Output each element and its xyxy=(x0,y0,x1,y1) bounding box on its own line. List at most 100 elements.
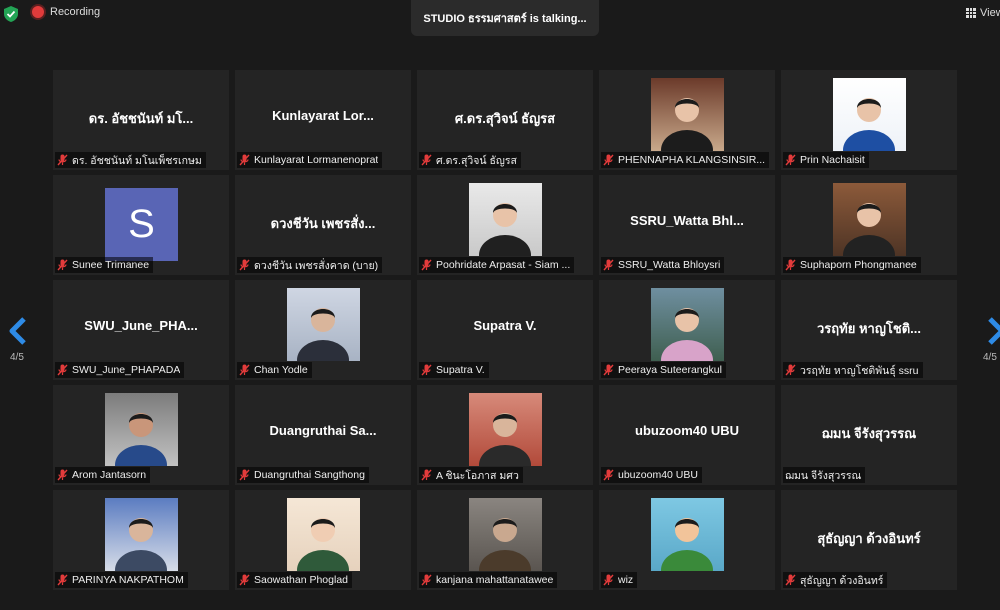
person-silhouette-icon xyxy=(115,518,167,590)
participant-display-name: Kunlayarat Lor... xyxy=(272,108,374,123)
active-speaker-banner: STUDIO ธรรมศาสตร์ is talking... xyxy=(411,0,599,36)
participant-tile[interactable]: A ชินะโอภาส มศว xyxy=(417,385,593,485)
participant-nameplate: ubuzoom40 UBU xyxy=(601,467,702,483)
mic-muted-icon xyxy=(239,364,250,376)
participant-video xyxy=(105,498,178,590)
participant-display-name: ubuzoom40 UBU xyxy=(635,423,739,438)
participant-nameplate: Arom Jantasorn xyxy=(55,467,151,483)
participant-tile[interactable]: Duangruthai Sa... Duangruthai Sangthong xyxy=(235,385,411,485)
participant-name-label: ฌมน จีรังสุวรรณ xyxy=(785,469,862,482)
participant-tile[interactable]: Suphaporn Phongmanee xyxy=(781,175,957,275)
participant-tile[interactable]: ฌมน จีรังสุวรรณ ฌมน จีรังสุวรรณ xyxy=(781,385,957,485)
person-silhouette-icon xyxy=(479,413,531,485)
participant-nameplate: ฌมน จีรังสุวรรณ xyxy=(783,467,866,483)
participant-tile[interactable]: Kunlayarat Lor... Kunlayarat Lormanenopra… xyxy=(235,70,411,170)
participant-tile[interactable]: SSRU_Watta Bhl... SSRU_Watta Bhloysri xyxy=(599,175,775,275)
participant-tile[interactable]: Poohridate Arpasat - Siam ... xyxy=(417,175,593,275)
next-page-arrow-icon[interactable] xyxy=(984,317,1000,345)
participant-tile[interactable]: ubuzoom40 UBU ubuzoom40 UBU xyxy=(599,385,775,485)
participant-video xyxy=(287,288,360,380)
security-shield-icon[interactable] xyxy=(4,6,18,22)
participant-name-label: Duangruthai Sangthong xyxy=(254,469,365,481)
participant-tile[interactable]: ศ.ดร.สุวิจน์ ธัญรส ศ.ดร.สุวิจน์ ธัญรส xyxy=(417,70,593,170)
participant-tile[interactable]: Prin Nachaisit xyxy=(781,70,957,170)
participant-video xyxy=(469,498,542,590)
participant-name-label: ดวงชีวัน เพชรสั่งคาด (บาย) xyxy=(254,259,379,272)
mic-muted-icon xyxy=(239,574,250,586)
participant-nameplate: Prin Nachaisit xyxy=(783,152,869,168)
participant-tile[interactable]: ดวงชีวัน เพชรสั่ง... ดวงชีวัน เพชรสั่งคาด… xyxy=(235,175,411,275)
recording-indicator[interactable]: Recording xyxy=(32,6,100,18)
person-silhouette-icon xyxy=(115,413,167,485)
mic-muted-icon xyxy=(421,259,432,271)
participant-tile[interactable]: Peeraya Suteerangkul xyxy=(599,280,775,380)
mic-muted-icon xyxy=(785,574,796,586)
participant-display-name: Supatra V. xyxy=(473,318,537,333)
participant-name-label: PHENNAPHA KLANGSINSIR... xyxy=(618,154,766,166)
mic-muted-icon xyxy=(785,364,796,376)
participant-name-label: Chan Yodle xyxy=(254,364,308,376)
mic-muted-icon xyxy=(421,154,432,166)
participant-tile[interactable]: สุธัญญา ด้วงอินทร์ สุธัญญา ด้วงอินทร์ xyxy=(781,490,957,590)
participant-nameplate: ดร. อัชชนันท์ มโนเพ็ชรเกษม xyxy=(55,152,206,168)
participant-tile[interactable]: SWU_June_PHA... SWU_June_PHAPADA xyxy=(53,280,229,380)
participant-display-name: ดร. อัชชนันท์ มโ... xyxy=(88,111,194,126)
participant-tile[interactable]: ดร. อัชชนันท์ มโ... ดร. อัชชนันท์ มโนเพ็ช… xyxy=(53,70,229,170)
participant-display-name: ฌมน จีรังสุวรรณ xyxy=(821,426,917,441)
mic-muted-icon xyxy=(239,469,250,481)
recording-dot-icon xyxy=(32,6,44,18)
participant-name-label: kanjana mahattanatawee xyxy=(436,574,554,586)
participant-tile[interactable]: kanjana mahattanatawee xyxy=(417,490,593,590)
mic-muted-icon xyxy=(57,154,68,166)
mic-muted-icon xyxy=(603,154,614,166)
person-silhouette-icon xyxy=(297,518,349,590)
person-silhouette-icon xyxy=(661,98,713,170)
participant-nameplate: Chan Yodle xyxy=(237,362,312,378)
participant-nameplate: Duangruthai Sangthong xyxy=(237,467,369,483)
participant-nameplate: Suphaporn Phongmanee xyxy=(783,257,921,273)
participant-display-name: ศ.ดร.สุวิจน์ ธัญรส xyxy=(454,111,556,126)
participant-name-label: ubuzoom40 UBU xyxy=(618,469,698,481)
grid-view-icon xyxy=(966,8,976,18)
person-silhouette-icon xyxy=(843,203,895,275)
person-silhouette-icon xyxy=(843,98,895,170)
participant-name-label: Kunlayarat Lormanenoprat xyxy=(254,154,379,166)
participant-video xyxy=(469,393,542,485)
participant-display-name: สุธัญญา ด้วงอินทร์ xyxy=(817,531,921,546)
participant-nameplate: สุธัญญา ด้วงอินทร์ xyxy=(783,572,888,588)
mic-muted-icon xyxy=(785,154,796,166)
participant-nameplate: PARINYA NAKPATHOM xyxy=(55,572,188,588)
participant-name-label: Saowathan Phoglad xyxy=(254,574,348,586)
participant-name-label: Arom Jantasorn xyxy=(72,469,147,481)
participant-video xyxy=(651,78,724,170)
participant-tile[interactable]: Saowathan Phoglad xyxy=(235,490,411,590)
participant-avatar: S xyxy=(105,188,178,261)
participant-nameplate: ศ.ดร.สุวิจน์ ธัญรส xyxy=(419,152,521,168)
participant-video xyxy=(651,288,724,380)
participant-tile[interactable]: PHENNAPHA KLANGSINSIR... xyxy=(599,70,775,170)
participant-tile[interactable]: วรฤทัย หาญโชติ... วรฤทัย หาญโชติพันธุ์ ss… xyxy=(781,280,957,380)
person-silhouette-icon xyxy=(297,308,349,380)
participant-name-label: Sunee Trimanee xyxy=(72,259,150,271)
page-indicator-right: 4/5 xyxy=(983,352,997,363)
mic-muted-icon xyxy=(603,259,614,271)
participant-tile[interactable]: Chan Yodle xyxy=(235,280,411,380)
participant-name-label: ดร. อัชชนันท์ มโนเพ็ชรเกษม xyxy=(72,154,202,167)
participant-tile[interactable]: S Sunee Trimanee xyxy=(53,175,229,275)
participant-name-label: SWU_June_PHAPADA xyxy=(72,364,181,376)
mic-muted-icon xyxy=(785,259,796,271)
participant-tile[interactable]: wiz xyxy=(599,490,775,590)
participant-name-label: Poohridate Arpasat - Siam ... xyxy=(436,259,571,271)
mic-muted-icon xyxy=(421,469,432,481)
view-button[interactable]: View xyxy=(966,7,1000,19)
participant-name-label: ศ.ดร.สุวิจน์ ธัญรส xyxy=(436,154,517,167)
previous-page-arrow-icon[interactable] xyxy=(8,317,30,345)
participant-tile[interactable]: Arom Jantasorn xyxy=(53,385,229,485)
participant-tile[interactable]: PARINYA NAKPATHOM xyxy=(53,490,229,590)
participant-display-name: Duangruthai Sa... xyxy=(269,423,377,438)
participant-name-label: สุธัญญา ด้วงอินทร์ xyxy=(800,574,884,587)
mic-muted-icon xyxy=(57,574,68,586)
participant-nameplate: A ชินะโอภาส มศว xyxy=(419,467,523,483)
participant-display-name: วรฤทัย หาญโชติ... xyxy=(817,321,921,336)
participant-tile[interactable]: Supatra V. Supatra V. xyxy=(417,280,593,380)
